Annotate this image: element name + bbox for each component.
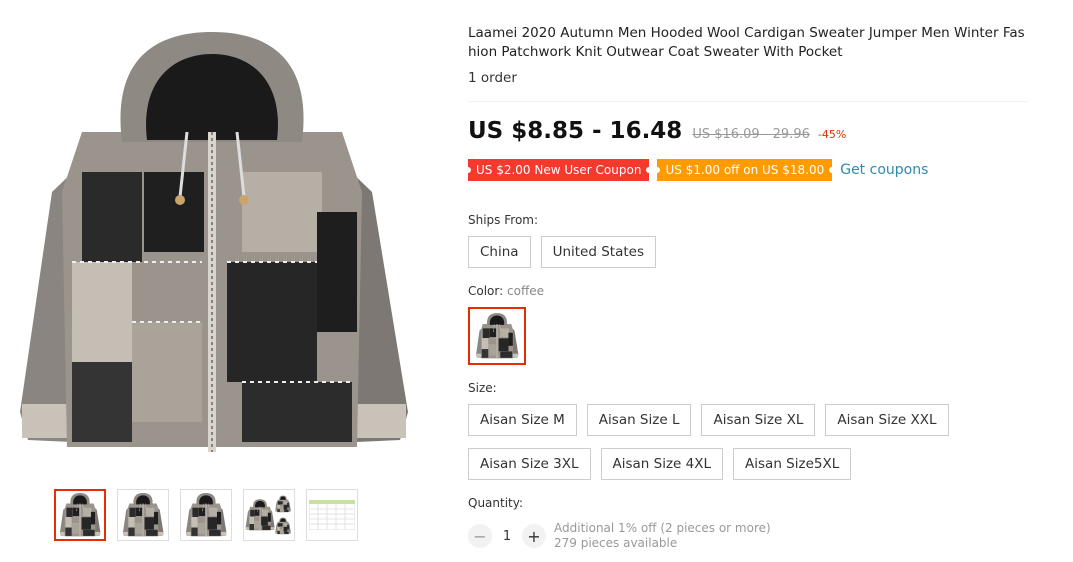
size-option-l[interactable]: Aisan Size L [586,404,692,436]
get-coupons-link[interactable]: Get coupons [840,162,928,178]
product-info: Laamei 2020 Autumn Men Hooded Wool Cardi… [464,0,1058,562]
size-options-row-2: Aisan Size 3XL Aisan Size 4XL Aisan Size… [468,448,852,480]
coupon-row: US $2.00 New User Coupon US $1.00 off on… [464,159,928,181]
size-option-xl[interactable]: Aisan Size XL [701,404,816,436]
original-price: US $16.09 - 29.96 [692,127,810,142]
price-row: US $8.85 - 16.48 US $16.09 - 29.96 -45% [468,118,846,144]
bulk-discount-note: Additional 1% off (2 pieces or more) [554,521,771,535]
size-option-5xl[interactable]: Aisan Size5XL [733,448,852,480]
size-option-4xl[interactable]: Aisan Size 4XL [600,448,724,480]
color-label: Color: coffee [468,284,544,298]
pieces-available: 279 pieces available [554,536,678,550]
current-price: US $8.85 - 16.48 [468,118,683,144]
ships-from-china[interactable]: China [468,236,531,268]
order-count: 1 order [468,70,517,86]
size-options-row-1: Aisan Size M Aisan Size L Aisan Size XL … [468,404,949,436]
product-gallery [0,0,430,562]
size-label: Size: [468,381,497,395]
thumbnail-4[interactable] [243,489,295,541]
ships-from-label: Ships From: [468,213,539,227]
thumbnail-strip [54,489,358,541]
quantity-decrease-button[interactable]: − [468,524,492,548]
main-product-image[interactable] [10,22,414,462]
ships-from-united-states[interactable]: United States [540,236,656,268]
new-user-coupon[interactable]: US $2.00 New User Coupon [464,159,653,181]
size-option-xxl[interactable]: Aisan Size XXL [825,404,949,436]
ships-from-options: China United States [468,236,656,268]
size-option-m[interactable]: Aisan Size M [468,404,577,436]
quantity-increase-button[interactable]: + [522,524,546,548]
thumbnail-3[interactable] [180,489,232,541]
color-selected-value: coffee [507,284,544,298]
product-title: Laamei 2020 Autumn Men Hooded Wool Cardi… [468,25,1025,60]
discount-badge: -45% [817,128,847,141]
color-swatch-coffee[interactable] [468,307,526,365]
quantity-input[interactable] [492,524,522,548]
store-coupon[interactable]: US $1.00 off on US $18.00 [654,159,835,181]
quantity-info: Additional 1% off (2 pieces or more) 279… [554,521,771,551]
thumbnail-1[interactable] [54,489,106,541]
color-label-text: Color: [468,284,504,298]
thumbnail-2[interactable] [117,489,169,541]
divider [468,101,1028,102]
quantity-label: Quantity: [468,496,524,510]
quantity-stepper: − + Additional 1% off (2 pieces or more)… [468,521,771,551]
thumbnail-size-chart[interactable] [306,489,358,541]
size-option-3xl[interactable]: Aisan Size 3XL [468,448,591,480]
